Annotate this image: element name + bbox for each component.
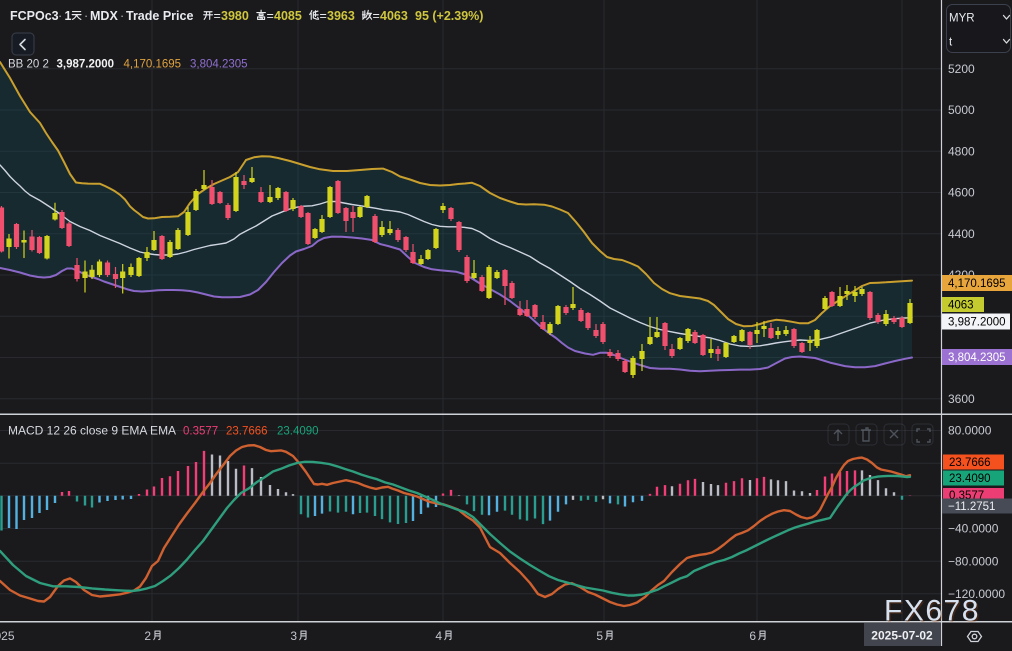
svg-text:3963: 3963 <box>327 9 355 23</box>
svg-text:6: 6 <box>749 629 756 643</box>
svg-text:5: 5 <box>596 629 603 643</box>
svg-text:MYR: MYR <box>949 13 975 25</box>
svg-text:=: = <box>320 9 327 23</box>
svg-text:=: = <box>267 9 274 23</box>
svg-text:·: · <box>120 9 124 23</box>
svg-text:−40.0000: −40.0000 <box>948 522 999 536</box>
svg-text:5200: 5200 <box>948 62 975 76</box>
svg-text:23.4090: 23.4090 <box>949 473 991 485</box>
svg-text:=: = <box>373 9 380 23</box>
svg-text:3,804.2305: 3,804.2305 <box>190 59 248 71</box>
svg-text:4800: 4800 <box>948 144 975 158</box>
svg-text:4,170.1695: 4,170.1695 <box>948 278 1006 290</box>
svg-text:23.7666: 23.7666 <box>226 426 268 438</box>
svg-text:0.3577: 0.3577 <box>183 426 218 438</box>
svg-text:4600: 4600 <box>948 186 975 200</box>
svg-text:−80.0000: −80.0000 <box>948 554 999 568</box>
svg-text:4: 4 <box>435 629 442 643</box>
svg-text:4063: 4063 <box>380 9 408 23</box>
svg-text:4,170.1695: 4,170.1695 <box>124 59 182 71</box>
svg-text:23.4090: 23.4090 <box>277 426 319 438</box>
svg-text:Trade Price: Trade Price <box>126 9 193 23</box>
svg-text:·: · <box>84 9 88 23</box>
svg-text:4063: 4063 <box>948 300 974 312</box>
svg-text:BB 20 2: BB 20 2 <box>8 59 49 71</box>
svg-text:4400: 4400 <box>948 227 975 241</box>
svg-text:4085: 4085 <box>274 9 302 23</box>
svg-text:−120.0000: −120.0000 <box>948 587 1005 601</box>
svg-text:MACD 12 26 close 9 EMA EMA: MACD 12 26 close 9 EMA EMA <box>8 424 176 438</box>
svg-text:3,987.2000: 3,987.2000 <box>948 317 1006 329</box>
svg-text:5000: 5000 <box>948 103 975 117</box>
svg-text:95 (+2.39%): 95 (+2.39%) <box>415 9 483 23</box>
svg-text:2025-07-02: 2025-07-02 <box>871 629 933 643</box>
svg-text:2025: 2025 <box>0 629 15 643</box>
svg-text:3: 3 <box>290 629 297 643</box>
svg-text:·: · <box>58 9 62 23</box>
svg-text:3,804.2305: 3,804.2305 <box>948 352 1006 364</box>
svg-text:=: = <box>214 9 221 23</box>
svg-text:3980: 3980 <box>221 9 249 23</box>
svg-text:MDX: MDX <box>90 9 118 23</box>
svg-text:FCPOc3: FCPOc3 <box>10 9 59 23</box>
svg-text:2: 2 <box>144 629 151 643</box>
svg-text:3600: 3600 <box>948 392 975 406</box>
svg-text:23.7666: 23.7666 <box>949 457 991 469</box>
svg-text:3,987.2000: 3,987.2000 <box>57 59 115 71</box>
svg-text:−11.2751: −11.2751 <box>948 501 995 513</box>
svg-text:80.0000: 80.0000 <box>948 424 992 438</box>
svg-text:1: 1 <box>65 9 72 23</box>
